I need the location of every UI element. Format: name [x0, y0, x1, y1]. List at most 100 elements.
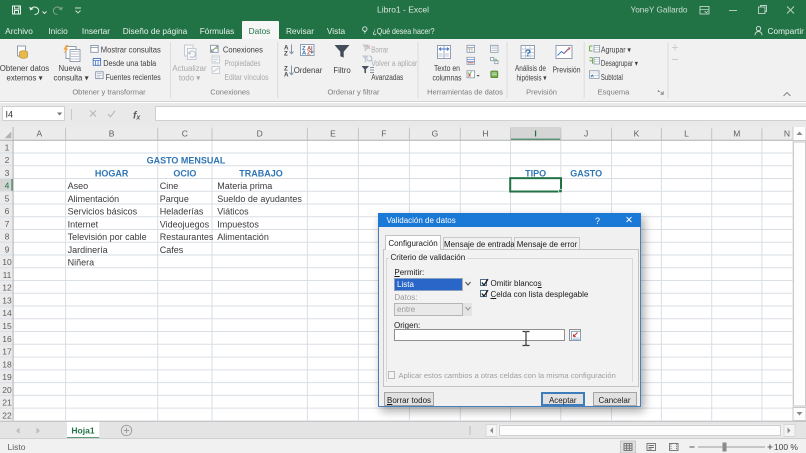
svg-text:Previsión: Previsión	[526, 87, 557, 96]
svg-text:Análisis de: Análisis de	[515, 64, 546, 73]
svg-text:Cafes: Cafes	[160, 245, 184, 255]
svg-text:Revisar: Revisar	[286, 26, 314, 36]
svg-text:Fórmulas: Fórmulas	[200, 26, 235, 36]
svg-text:9: 9	[5, 244, 10, 254]
svg-text:17: 17	[2, 347, 12, 357]
svg-text:Desde una tabla: Desde una tabla	[103, 59, 157, 68]
svg-text:Obtener y transformar: Obtener y transformar	[72, 87, 146, 96]
svg-text:3: 3	[5, 168, 10, 178]
svg-text:H: H	[482, 129, 488, 139]
svg-text:YoneY Gallardo: YoneY Gallardo	[631, 6, 688, 15]
svg-text:externos ▾: externos ▾	[7, 73, 43, 82]
svg-text:D: D	[257, 129, 263, 139]
svg-text:18: 18	[2, 359, 12, 369]
svg-text:Mostrar consultas: Mostrar consultas	[101, 45, 161, 54]
svg-text:Heladerías: Heladerías	[160, 207, 204, 217]
svg-text:16: 16	[2, 334, 12, 344]
svg-text:L: L	[684, 129, 689, 139]
svg-text:Materia prima: Materia prima	[217, 181, 272, 191]
svg-text:hipótesis ▾: hipótesis ▾	[517, 73, 547, 82]
svg-text:12: 12	[2, 283, 12, 293]
svg-text:Volver a aplicar: Volver a aplicar	[371, 59, 417, 68]
svg-text:5: 5	[5, 193, 10, 203]
svg-text:columnas: columnas	[433, 73, 462, 82]
svg-text:Inicio: Inicio	[48, 26, 68, 36]
svg-text:¿Qué desea hacer?: ¿Qué desea hacer?	[373, 26, 435, 36]
svg-text:Compartir: Compartir	[768, 26, 805, 36]
svg-text:Niñera: Niñera	[68, 258, 95, 268]
svg-text:Conexiones: Conexiones	[210, 87, 250, 96]
svg-text:15: 15	[2, 321, 12, 331]
svg-text:Alimentación: Alimentación	[68, 194, 120, 204]
svg-text:10: 10	[2, 257, 12, 267]
svg-text:Agrupar ▾: Agrupar ▾	[601, 45, 631, 54]
svg-text:Viáticos: Viáticos	[217, 207, 249, 217]
svg-text:Aseo: Aseo	[68, 181, 89, 191]
svg-text:Fuentes recientes: Fuentes recientes	[106, 73, 161, 82]
svg-text:Obtener datos: Obtener datos	[0, 64, 49, 73]
svg-text:Esquema: Esquema	[598, 87, 631, 96]
svg-text:Alimentación: Alimentación	[217, 232, 269, 242]
svg-text:F: F	[381, 129, 386, 139]
svg-text:Filtro: Filtro	[333, 66, 351, 75]
svg-text:Datos: Datos	[249, 26, 271, 36]
svg-text:N: N	[784, 129, 790, 139]
svg-text:20: 20	[2, 385, 12, 395]
svg-text:A: A	[36, 129, 42, 139]
svg-text:GASTO: GASTO	[570, 168, 602, 178]
svg-text:Listo: Listo	[8, 442, 26, 452]
svg-text:14: 14	[2, 308, 12, 318]
svg-text:1: 1	[5, 142, 10, 152]
svg-text:fx: fx	[133, 110, 141, 121]
svg-text:Hoja1: Hoja1	[71, 425, 94, 435]
svg-text:Editar vínculos: Editar vínculos	[225, 73, 269, 82]
svg-text:Archivo: Archivo	[5, 26, 33, 36]
svg-text:OCIO: OCIO	[173, 168, 196, 178]
svg-text:G: G	[432, 129, 439, 139]
svg-text:Nueva: Nueva	[59, 64, 82, 73]
svg-text:Previsión: Previsión	[553, 65, 581, 74]
svg-text:K: K	[634, 129, 640, 139]
svg-text:22: 22	[2, 410, 12, 420]
svg-text:Ordenar y filtrar: Ordenar y filtrar	[327, 87, 380, 96]
svg-text:?: ?	[525, 47, 531, 59]
svg-text:Avanzadas: Avanzadas	[371, 73, 403, 82]
svg-text:Z: Z	[284, 50, 288, 57]
svg-text:TIPO: TIPO	[525, 168, 546, 178]
svg-text:21: 21	[2, 398, 12, 408]
svg-text:E: E	[330, 129, 336, 139]
svg-text:I4: I4	[6, 109, 14, 119]
svg-text:Vista: Vista	[327, 26, 346, 36]
svg-text:Parque: Parque	[160, 194, 189, 204]
svg-text:8: 8	[5, 232, 10, 242]
svg-text:I: I	[534, 129, 536, 139]
svg-text:C: C	[182, 129, 188, 139]
svg-text:6: 6	[5, 206, 10, 216]
svg-text:Impuestos: Impuestos	[217, 219, 259, 229]
svg-text:TRABAJO: TRABAJO	[239, 168, 283, 178]
svg-text:Cine: Cine	[160, 181, 179, 191]
svg-text:13: 13	[2, 295, 12, 305]
svg-text:M: M	[733, 129, 740, 139]
svg-text:2: 2	[5, 155, 10, 165]
svg-text:100 %: 100 %	[774, 442, 799, 452]
svg-text:7: 7	[5, 219, 10, 229]
svg-text:Sueldo de ayudantes: Sueldo de ayudantes	[217, 194, 302, 204]
svg-text:Restaurantes: Restaurantes	[160, 232, 214, 242]
svg-text:Herramientas de datos: Herramientas de datos	[427, 87, 503, 96]
svg-text:19: 19	[2, 372, 12, 382]
svg-text:11: 11	[3, 270, 12, 280]
svg-text:Libro1 - Excel: Libro1 - Excel	[377, 5, 429, 15]
svg-text:Texto en: Texto en	[434, 64, 460, 73]
svg-text:Servicios básicos: Servicios básicos	[68, 207, 138, 217]
svg-text:Actualizar: Actualizar	[172, 64, 207, 73]
svg-text:Jardinería: Jardinería	[68, 245, 108, 255]
svg-text:Insertar: Insertar	[82, 26, 110, 36]
svg-text:Conexiones: Conexiones	[223, 45, 263, 54]
svg-text:Internet: Internet	[68, 219, 99, 229]
svg-text:J: J	[584, 129, 588, 139]
svg-text:A: A	[284, 71, 289, 78]
svg-text:HOGAR: HOGAR	[95, 168, 129, 178]
svg-text:Diseño de página: Diseño de página	[123, 26, 188, 36]
svg-text:Subtotal: Subtotal	[601, 73, 623, 82]
